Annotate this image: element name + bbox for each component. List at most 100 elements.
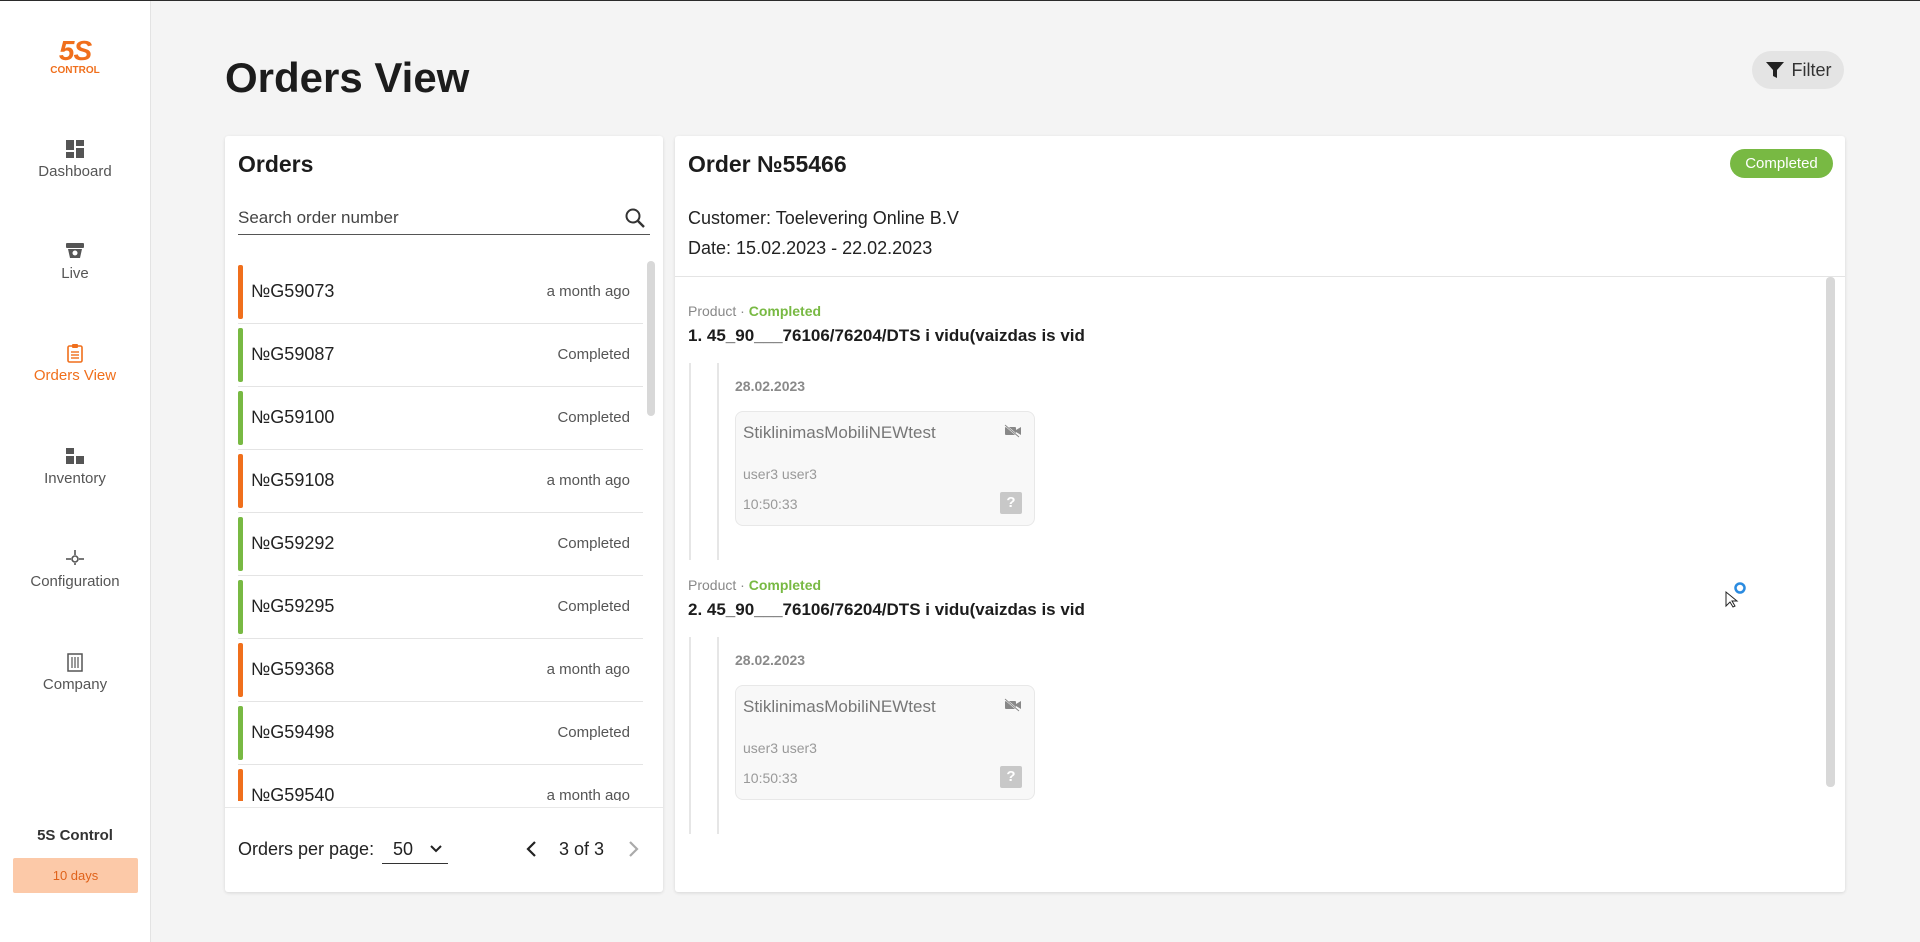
brand-label: 5S Control xyxy=(37,827,113,844)
product-type-label: Product xyxy=(688,303,737,319)
order-status-bar xyxy=(238,769,243,801)
order-row[interactable]: №G59295 Completed xyxy=(238,576,643,639)
per-page-label: Orders per page: xyxy=(238,839,375,859)
date-range-value: 15.02.2023 - 22.02.2023 xyxy=(736,238,933,258)
sidebar-item-live[interactable]: Live xyxy=(0,241,150,282)
logo-sub-text: CONTROL xyxy=(50,65,100,76)
order-meta: a month ago xyxy=(546,787,630,801)
order-meta: a month ago xyxy=(546,472,630,489)
product-header: Product · Completed xyxy=(688,577,821,593)
order-number: №G59295 xyxy=(251,596,335,616)
sidebar-item-label: Company xyxy=(42,676,108,693)
order-number: №G59292 xyxy=(251,533,335,553)
mouse-cursor-icon xyxy=(1725,582,1746,608)
sidebar-item-label: Orders View xyxy=(33,367,117,384)
window-top-border xyxy=(0,0,1920,1)
event-time: 10:50:33 xyxy=(743,770,798,786)
event-card[interactable]: StiklinimasMobiliNEWtest user3 user3 10:… xyxy=(735,411,1035,526)
inventory-icon xyxy=(66,448,84,464)
logo-main-text: 5S xyxy=(58,35,92,66)
video-off-icon xyxy=(1004,698,1021,712)
order-row[interactable]: №G59100 Completed xyxy=(238,387,643,450)
help-icon[interactable]: ? xyxy=(1000,492,1022,514)
product-separator: · xyxy=(736,577,749,593)
event-date: 28.02.2023 xyxy=(735,652,806,668)
sidebar-item-label: Dashboard xyxy=(38,163,112,180)
orders-panel-title: Orders xyxy=(238,151,314,177)
sidebar-item-inventory[interactable]: Inventory xyxy=(0,446,150,487)
order-status-bar xyxy=(238,391,243,445)
filter-button[interactable]: Filter xyxy=(1752,51,1844,89)
product-timeline-inner xyxy=(717,637,719,834)
order-row[interactable]: №G59498 Completed xyxy=(238,702,643,765)
per-page-select[interactable]: 50 xyxy=(382,839,448,864)
clipboard-icon xyxy=(67,344,83,363)
product-timeline xyxy=(689,637,721,834)
sidebar-item-configuration[interactable]: Configuration xyxy=(0,549,150,590)
sidebar-item-company[interactable]: Company xyxy=(0,652,150,693)
previous-page-icon[interactable] xyxy=(525,840,539,858)
order-meta: a month ago xyxy=(546,283,630,300)
sidebar-item-label: Inventory xyxy=(44,470,106,487)
event-user: user3 user3 xyxy=(743,466,817,482)
order-number: №G59108 xyxy=(251,470,335,490)
order-row[interactable]: №G59292 Completed xyxy=(238,513,643,576)
search-input[interactable] xyxy=(238,204,608,232)
per-page-value: 50 xyxy=(393,839,414,859)
building-icon xyxy=(67,653,83,672)
search-icon[interactable] xyxy=(623,206,647,230)
event-camera-name: StiklinimasMobiliNEWtest xyxy=(743,697,936,716)
event-camera-name: StiklinimasMobiliNEWtest xyxy=(743,423,936,442)
order-status-bar xyxy=(238,328,243,382)
order-status-badge: Completed xyxy=(1730,149,1833,178)
sidebar-item-dashboard[interactable]: Dashboard xyxy=(0,139,150,180)
orders-panel: Orders №G59073 a month ago №G59087 Compl… xyxy=(225,136,663,892)
order-number: №G59540 xyxy=(251,785,335,801)
event-card[interactable]: StiklinimasMobiliNEWtest user3 user3 10:… xyxy=(735,685,1035,800)
order-status-bar xyxy=(238,580,243,634)
date-line: Date: 15.02.2023 - 22.02.2023 xyxy=(688,238,932,259)
order-status-bar xyxy=(238,643,243,697)
product-header: Product · Completed xyxy=(688,303,821,319)
trial-days-badge[interactable]: 10 days xyxy=(13,858,138,893)
event-user: user3 user3 xyxy=(743,740,817,756)
product-status: Completed xyxy=(748,577,822,593)
order-meta: Completed xyxy=(557,409,630,426)
order-meta: Completed xyxy=(557,346,630,363)
order-meta: Completed xyxy=(557,724,630,741)
filter-button-label: Filter xyxy=(1791,59,1832,80)
sidebar-item-orders-view[interactable]: Orders View xyxy=(0,343,150,384)
order-row[interactable]: №G59540 a month ago xyxy=(238,765,643,801)
order-number: №G59073 xyxy=(251,281,335,301)
product-timeline-inner xyxy=(717,363,719,560)
order-detail-title: Order №55466 xyxy=(688,151,847,177)
customer-line: Customer: Toelevering Online B.V xyxy=(688,208,959,229)
order-number: №G59087 xyxy=(251,344,335,364)
order-row[interactable]: №G59073 a month ago xyxy=(238,261,643,324)
search-field xyxy=(238,204,650,235)
chevron-down-icon xyxy=(430,845,442,853)
sidebar-item-label: Configuration xyxy=(30,573,120,590)
order-status-bar xyxy=(238,265,243,319)
order-row[interactable]: №G59108 a month ago xyxy=(238,450,643,513)
orders-list: №G59073 a month ago №G59087 Completed №G… xyxy=(238,261,643,801)
customer-value: Toelevering Online B.V xyxy=(775,208,959,228)
date-label: Date: xyxy=(688,238,732,258)
order-row[interactable]: №G59368 a month ago xyxy=(238,639,643,702)
product-name: 2. 45_90___76106/76204/DTS i vidu(vaizda… xyxy=(688,600,1085,619)
orders-list-scrollbar[interactable] xyxy=(647,261,655,416)
orders-pagination: Orders per page: 50 3 of 3 xyxy=(225,807,663,892)
app-logo[interactable]: 5S CONTROL xyxy=(0,37,150,76)
product-name: 1. 45_90___76106/76204/DTS i vidu(vaizda… xyxy=(688,326,1085,345)
sidebar: 5S CONTROL Dashboard Live Orders View In… xyxy=(0,1,151,942)
order-number: №G59100 xyxy=(251,407,335,427)
next-page-icon[interactable] xyxy=(626,840,640,858)
help-icon[interactable]: ? xyxy=(1000,766,1022,788)
order-status-bar xyxy=(238,454,243,508)
product-status: Completed xyxy=(748,303,822,319)
order-status-bar xyxy=(238,517,243,571)
page-title: Orders View xyxy=(225,54,470,101)
order-meta: Completed xyxy=(557,535,630,552)
order-row[interactable]: №G59087 Completed xyxy=(238,324,643,387)
detail-scrollbar[interactable] xyxy=(1826,277,1835,787)
